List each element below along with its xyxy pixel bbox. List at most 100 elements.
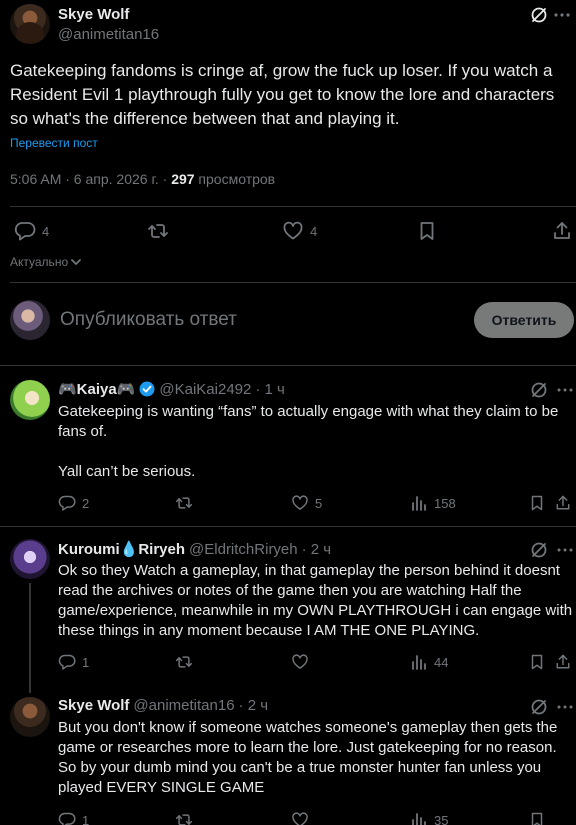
more-icon[interactable] (556, 380, 574, 400)
views-icon (410, 494, 428, 512)
post-timestamp[interactable]: 5:06 AM · 6 апр. 2026 г. · (10, 171, 171, 187)
views-count: 158 (434, 495, 456, 511)
author-name[interactable]: Skye Wolf (58, 6, 129, 23)
like-count: 4 (310, 223, 318, 239)
reply-text: Gatekeeping is wanting “fans” to actuall… (58, 403, 559, 480)
repost-action[interactable] (175, 811, 193, 825)
repost-icon (147, 220, 169, 242)
reply-input[interactable]: Опубликовать ответ (60, 309, 237, 331)
repost-icon (175, 494, 193, 512)
grok-icon[interactable] (529, 5, 549, 25)
reply-icon (58, 811, 76, 825)
more-icon[interactable] (552, 5, 572, 25)
reply-post[interactable]: Skye Wolf @animetitan16 · 2 ч But you do… (0, 687, 576, 825)
views-action[interactable]: 35 (410, 811, 448, 825)
sort-label: Актуально (10, 255, 69, 269)
translate-post-link[interactable]: Перевести пост (10, 136, 98, 150)
author-handle[interactable]: @EldritchRiryeh (189, 541, 298, 558)
reply-icon (14, 220, 36, 242)
thread-line (29, 687, 31, 693)
verified-badge-icon[interactable] (139, 381, 155, 397)
views-count: 35 (434, 812, 449, 825)
avatar[interactable] (10, 380, 50, 420)
author-name[interactable]: Kuroumi💧Riryeh (58, 540, 185, 558)
views-icon (410, 653, 428, 671)
post-time[interactable]: · 2 ч (239, 697, 269, 714)
like-action[interactable] (291, 811, 309, 825)
reply-header: Kuroumi💧Riryeh @EldritchRiryeh · 2 ч (58, 540, 332, 559)
share-action[interactable] (554, 494, 572, 512)
share-icon (554, 653, 572, 671)
chevron-down-icon (70, 256, 82, 268)
reply-count: 1 (82, 812, 90, 825)
like-action[interactable] (291, 653, 309, 671)
grok-icon[interactable] (529, 380, 549, 400)
reply-count: 2 (82, 495, 90, 511)
heart-icon (291, 811, 309, 825)
views-label: просмотров (194, 171, 276, 187)
like-action[interactable]: 4 (282, 220, 317, 242)
repost-icon (175, 653, 193, 671)
reply-action[interactable]: 1 (58, 653, 89, 671)
repost-action[interactable] (175, 653, 193, 671)
bookmark-icon (416, 220, 438, 242)
views-icon (410, 811, 428, 825)
bookmark-icon (528, 811, 546, 825)
share-action[interactable] (554, 653, 572, 671)
repost-action[interactable] (147, 220, 175, 242)
heart-icon (291, 494, 309, 512)
more-icon[interactable] (556, 540, 574, 560)
reply-count: 1 (82, 654, 90, 670)
share-icon (551, 220, 573, 242)
thread-line (29, 583, 31, 687)
reply-post[interactable]: Kuroumi💧Riryeh @EldritchRiryeh · 2 ч Ok … (0, 527, 576, 687)
bookmark-action[interactable] (416, 220, 438, 242)
reply-icon (58, 494, 76, 512)
grok-icon[interactable] (529, 540, 549, 560)
author-handle[interactable]: @KaiKai2492 (159, 381, 251, 398)
divider (10, 282, 576, 283)
bookmark-action[interactable] (528, 653, 546, 671)
bookmark-action[interactable] (528, 811, 546, 825)
views-action[interactable]: 158 (410, 494, 456, 512)
heart-icon (282, 220, 304, 242)
reply-icon (58, 653, 76, 671)
reply-composer: Опубликовать ответ Ответить (0, 290, 576, 352)
divider (10, 206, 576, 207)
reply-action[interactable]: 4 (14, 220, 49, 242)
heart-icon (291, 653, 309, 671)
avatar[interactable] (10, 4, 50, 44)
repost-icon (175, 811, 193, 825)
reply-action[interactable]: 2 (58, 494, 89, 512)
main-post: Skye Wolf @animetitan16 Gatekeeping fand… (0, 0, 576, 290)
views-action[interactable]: 44 (410, 653, 448, 671)
post-meta: 5:06 AM · 6 апр. 2026 г. · 297 просмотро… (10, 171, 275, 187)
sort-dropdown[interactable]: Актуально (10, 255, 82, 269)
bookmark-action[interactable] (528, 494, 546, 512)
bookmark-icon (528, 494, 546, 512)
reply-button[interactable]: Ответить (474, 302, 574, 338)
more-icon[interactable] (556, 697, 574, 717)
reply-action[interactable]: 1 (58, 811, 89, 825)
grok-icon[interactable] (529, 697, 549, 717)
like-count: 5 (315, 495, 323, 511)
post-time[interactable]: · 1 ч (255, 381, 285, 398)
author-handle[interactable]: @animetitan16 (133, 697, 234, 714)
reply-header: 🎮Kaiya🎮 @KaiKai2492 · 1 ч (58, 380, 285, 399)
reply-count: 4 (42, 223, 50, 239)
post-thread-page: Skye Wolf @animetitan16 Gatekeeping fand… (0, 0, 576, 825)
author-handle[interactable]: @animetitan16 (58, 26, 159, 43)
author-name[interactable]: Skye Wolf (58, 697, 129, 714)
post-time[interactable]: · 2 ч (302, 541, 332, 558)
share-action[interactable] (551, 220, 573, 242)
like-action[interactable]: 5 (291, 494, 322, 512)
avatar[interactable] (10, 300, 50, 340)
views-count: 44 (434, 654, 449, 670)
reply-post[interactable]: 🎮Kaiya🎮 @KaiKai2492 · 1 ч Gatekeeping is… (0, 366, 576, 526)
repost-action[interactable] (175, 494, 193, 512)
author-name[interactable]: 🎮Kaiya🎮 (58, 380, 135, 398)
avatar[interactable] (10, 539, 50, 579)
post-text: Gatekeeping fandoms is cringe af, grow t… (10, 61, 555, 128)
reply-text: But you don't know if someone watches so… (58, 719, 558, 796)
avatar[interactable] (10, 697, 50, 737)
